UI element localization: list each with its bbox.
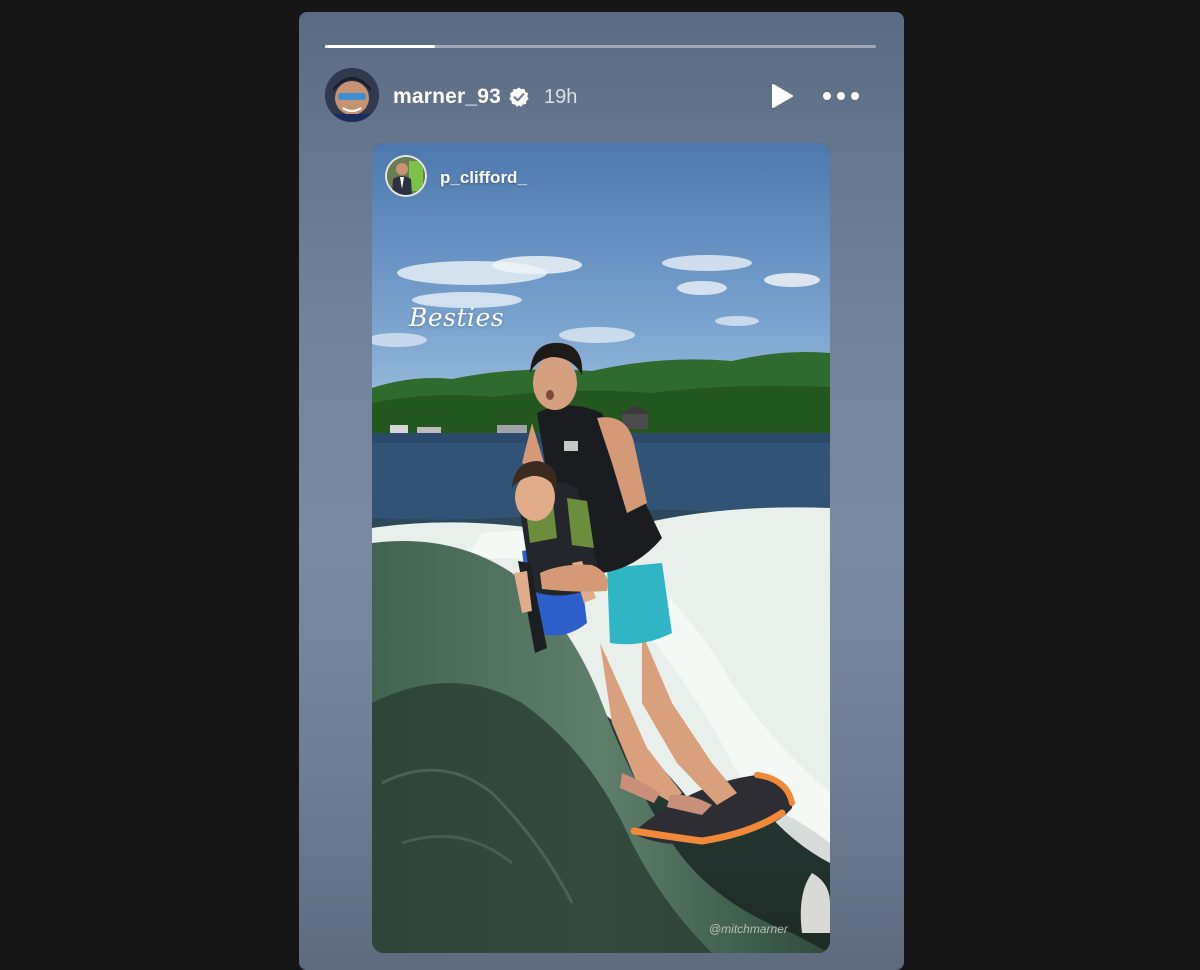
story-progress-fill — [325, 45, 436, 48]
author-avatar[interactable] — [325, 68, 379, 122]
profile-avatar-icon — [325, 68, 379, 122]
story-header: marner_93 19h — [325, 68, 876, 122]
story-viewer: marner_93 19h p_clifford_ Besties @mitch… — [299, 12, 904, 970]
verified-badge-icon — [509, 87, 529, 107]
profile-avatar-icon — [387, 157, 425, 195]
more-options-icon[interactable] — [822, 88, 860, 104]
story-progress-bar — [325, 45, 876, 48]
author-username[interactable]: marner_93 — [393, 85, 501, 109]
shared-post-avatar[interactable] — [385, 155, 427, 197]
shared-post-username[interactable]: p_clifford_ — [440, 168, 527, 188]
shared-post[interactable]: p_clifford_ Besties @mitchmarner — [372, 143, 830, 953]
post-time: 19h — [544, 86, 578, 108]
wakesurf-photo — [372, 143, 830, 953]
photo-watermark: @mitchmarner — [709, 922, 788, 936]
play-icon[interactable] — [769, 83, 795, 109]
story-caption: Besties — [409, 303, 505, 332]
